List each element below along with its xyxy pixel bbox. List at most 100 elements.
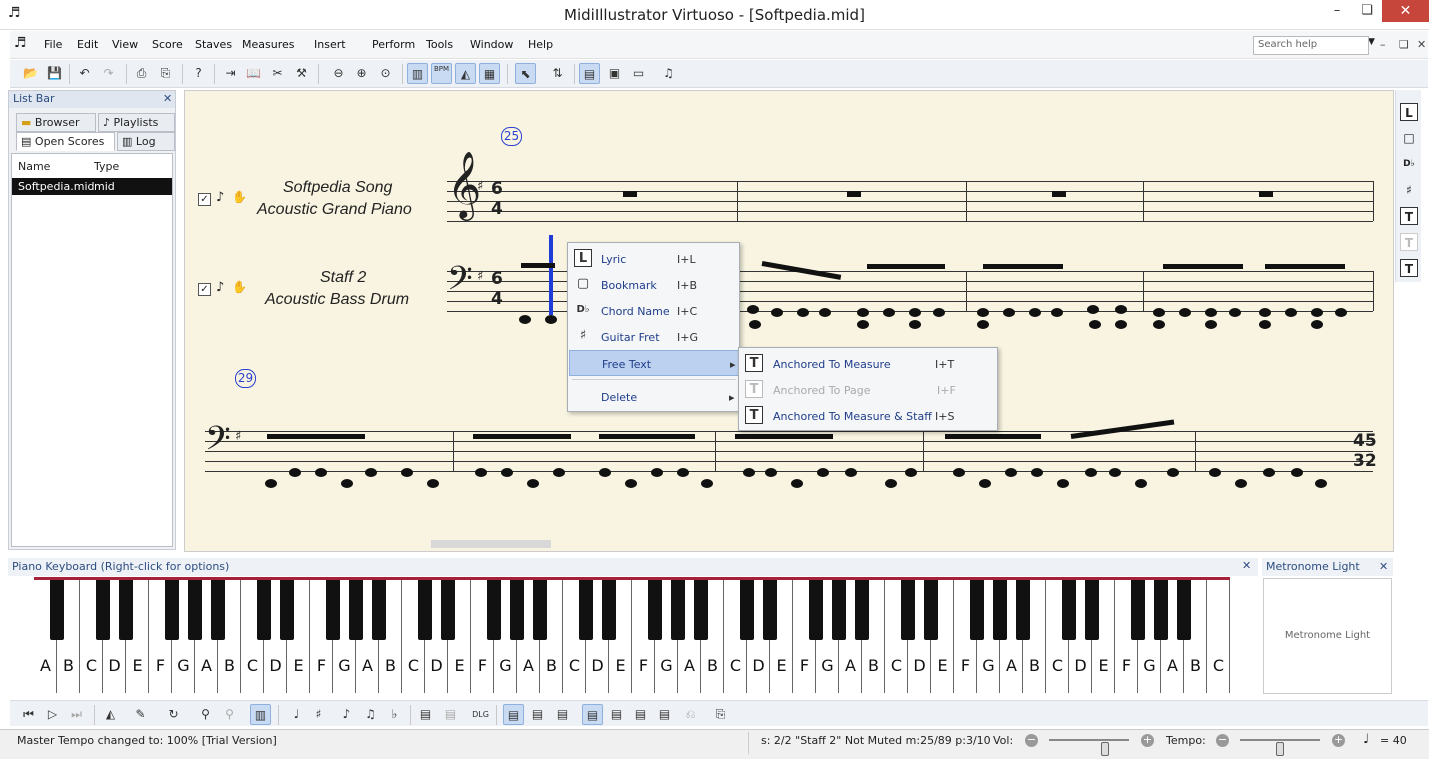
staff-hand-icon[interactable]: ✋ [232,280,247,294]
note[interactable] [885,479,897,488]
note[interactable] [475,468,487,477]
black-key[interactable] [1131,580,1145,640]
bass-staff-system-2[interactable]: 𝄢 ♯ 45 32 [205,419,1377,488]
note[interactable] [1335,308,1347,317]
note[interactable] [953,468,965,477]
note[interactable] [765,468,777,477]
menu-measures[interactable]: Measures [242,38,294,51]
note[interactable] [791,479,803,488]
note[interactable] [1005,468,1017,477]
note[interactable] [1209,468,1221,477]
note[interactable] [1263,468,1275,477]
vol-minus-button[interactable]: − [1025,734,1038,747]
note[interactable] [747,305,759,314]
piano-close-icon[interactable]: ✕ [1242,559,1251,572]
outdent-icon[interactable]: ▤ [630,704,651,725]
menu-edit[interactable]: Edit [77,38,98,51]
fast-forward-icon[interactable]: ⏭ [66,704,87,725]
save-icon[interactable]: 💾 [44,63,65,84]
staff-hand-icon[interactable]: ✋ [232,190,247,204]
note[interactable] [1205,320,1217,329]
tempo-minus-button[interactable]: − [1216,734,1229,747]
note[interactable] [1031,468,1043,477]
note[interactable] [599,468,611,477]
black-key[interactable] [832,580,846,640]
staff-instrument[interactable]: Acoustic Bass Drum [265,291,409,309]
note[interactable] [1135,479,1147,488]
black-key[interactable] [1154,580,1168,640]
black-key[interactable] [579,580,593,640]
menu-staves[interactable]: Staves [195,38,232,51]
staff-add-icon[interactable]: ▤ [440,704,461,725]
zoom-out-icon[interactable]: ⊖ [328,63,349,84]
score-settings-icon[interactable]: ♫ [658,63,679,84]
black-key[interactable] [1016,580,1030,640]
submenu-item-anchored-to-measure[interactable]: T Anchored To Measure I+T [739,351,997,377]
note[interactable] [749,320,761,329]
minimize-button[interactable]: – [1322,0,1352,22]
note[interactable] [1087,305,1099,314]
staff-sound-icon[interactable]: ♪ [216,190,224,205]
note[interactable] [1115,320,1127,329]
page-setup-icon[interactable]: ⎘ [710,704,731,725]
note[interactable] [1029,308,1041,317]
restore-button[interactable]: ❏ [1352,0,1382,22]
keyboard-icon[interactable]: ▥ [407,63,428,84]
playback-cursor[interactable] [549,235,553,315]
menu-item-lyric[interactable]: L Lyric I+L [568,246,739,272]
note[interactable] [289,468,301,477]
black-key[interactable] [809,580,823,640]
note[interactable] [401,468,413,477]
menu-item-delete[interactable]: Delete ▸ [568,384,739,410]
submenu-item-anchored-to-page[interactable]: T Anchored To Page I+F [739,377,997,403]
tempo-plus-button[interactable]: + [1332,734,1345,747]
text-measure-icon[interactable]: T [1400,207,1418,225]
vol-plus-button[interactable]: + [1141,734,1154,747]
note[interactable] [1205,308,1217,317]
note[interactable] [1051,308,1063,317]
note[interactable] [1235,479,1247,488]
tab-browser[interactable]: ▬ Browser [16,113,96,132]
note[interactable] [519,315,531,324]
note[interactable] [341,479,353,488]
search-dropdown-icon[interactable]: ▼ [1368,37,1375,47]
black-key[interactable] [1062,580,1076,640]
note[interactable] [1003,308,1015,317]
note[interactable] [1179,308,1191,317]
staff-instrument[interactable]: Acoustic Grand Piano [257,201,412,219]
note[interactable] [625,479,637,488]
window-view-icon[interactable]: ▭ [628,63,649,84]
treble-staff[interactable]: 𝄞 ♯ 64 [447,155,1374,222]
menu-window[interactable]: Window [470,38,513,51]
vol-slider-knob[interactable] [1100,742,1109,756]
metronome-tool-icon[interactable]: ◭ [100,704,121,725]
note[interactable] [909,320,921,329]
staff-view-icon[interactable]: ▥ [250,704,271,725]
sharp-note-icon[interactable]: ♯ [308,704,329,725]
note[interactable] [315,468,327,477]
whole-rest[interactable] [847,191,861,197]
piano-keyboard[interactable]: ABCDEFGABCDEFGABCDEFGABCDEFGABCDEFGABCDE… [34,577,1230,693]
text-staff-icon[interactable]: T [1400,259,1418,277]
note[interactable] [1167,468,1179,477]
dialog-icon[interactable]: DLG [470,704,491,725]
black-key[interactable] [694,580,708,640]
select-tool-icon[interactable]: ⬉ [515,63,536,84]
black-key[interactable] [487,580,501,640]
note[interactable] [1311,308,1323,317]
note[interactable] [553,468,565,477]
staff-edit-icon[interactable]: ▤ [415,704,436,725]
black-key[interactable] [441,580,455,640]
note[interactable] [527,479,539,488]
note[interactable] [1311,320,1323,329]
black-key[interactable] [1177,580,1191,640]
note[interactable] [265,479,277,488]
note[interactable] [1259,320,1271,329]
lyric-icon[interactable]: L [1400,103,1418,121]
black-key[interactable] [50,580,64,640]
indent-icon[interactable]: ▤ [606,704,627,725]
black-key[interactable] [510,580,524,640]
column-header-name[interactable]: Name [18,160,50,173]
black-key[interactable] [372,580,386,640]
staff-visible-checkbox[interactable]: ✓ [198,193,211,206]
